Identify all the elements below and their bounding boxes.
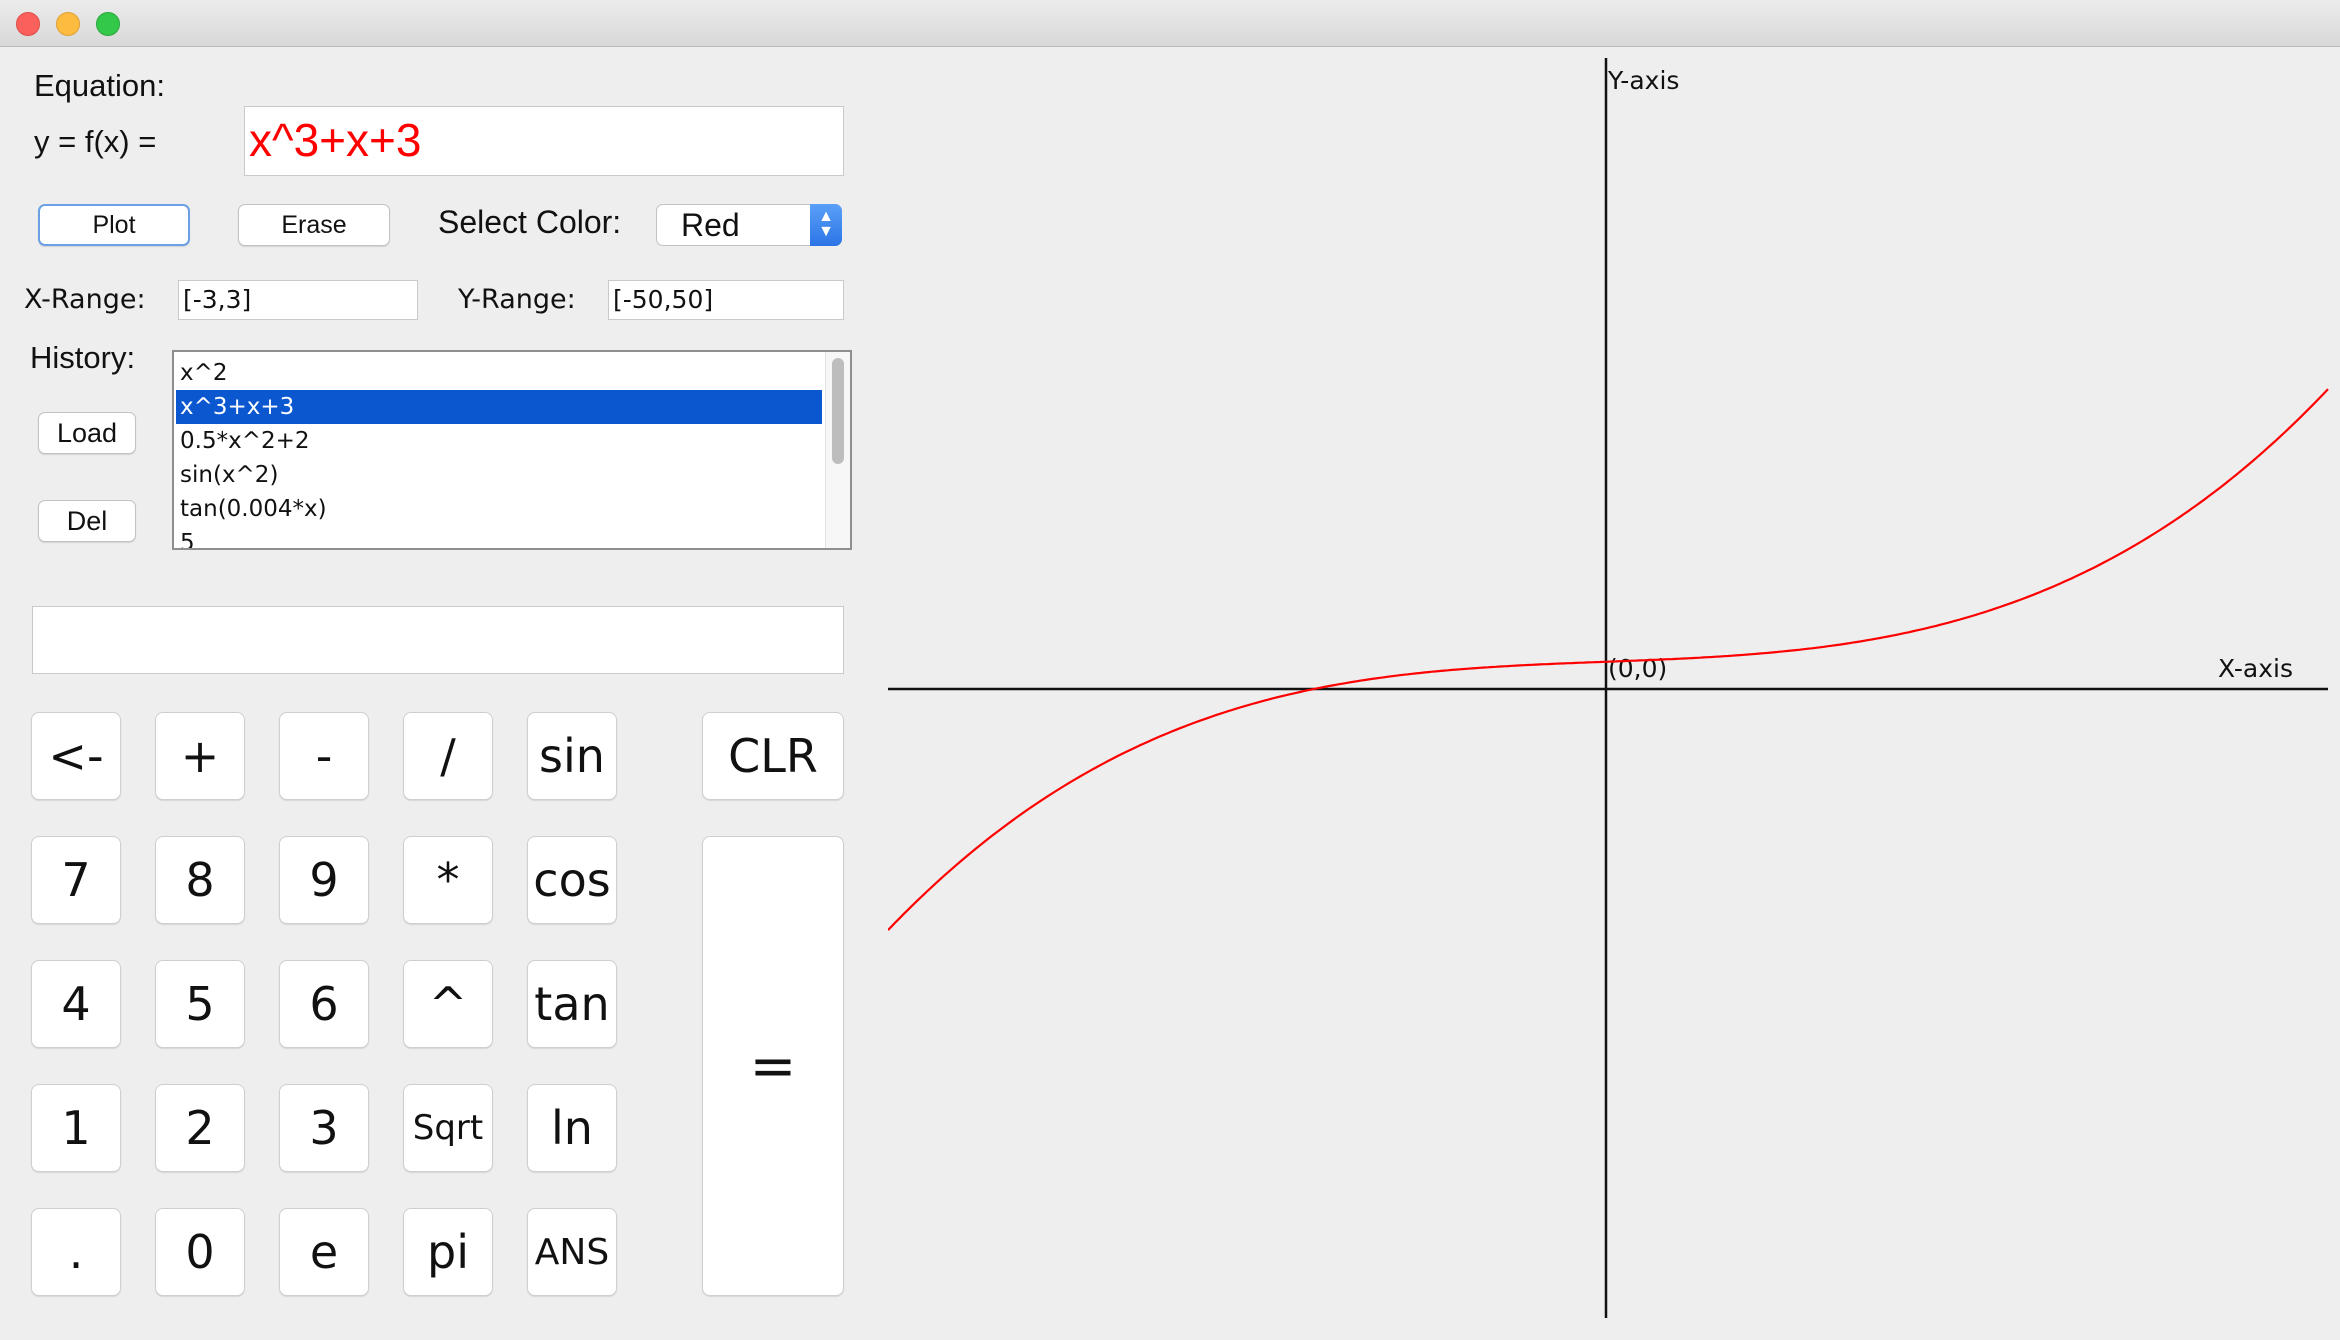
history-item[interactable]: tan(0.004*x) — [176, 492, 822, 526]
multiply-key[interactable]: * — [403, 836, 493, 924]
decimal-point-key[interactable]: . — [31, 1208, 121, 1296]
title-bar — [0, 0, 2340, 47]
clear-key[interactable]: CLR — [702, 712, 844, 800]
tan-key[interactable]: tan — [527, 960, 617, 1048]
backspace-key[interactable]: <- — [31, 712, 121, 800]
digit-1-key[interactable]: 1 — [31, 1084, 121, 1172]
minus-key[interactable]: - — [279, 712, 369, 800]
digit-6-key[interactable]: 6 — [279, 960, 369, 1048]
select-color-label: Select Color: — [438, 204, 622, 240]
maximize-window-button[interactable] — [96, 12, 120, 36]
history-label: History: — [30, 340, 136, 375]
history-scrollbar[interactable] — [825, 352, 850, 548]
ln-key[interactable]: ln — [527, 1084, 617, 1172]
digit-5-key[interactable]: 5 — [155, 960, 245, 1048]
digit-9-key[interactable]: 9 — [279, 836, 369, 924]
scrollbar-thumb[interactable] — [832, 358, 844, 464]
history-item[interactable]: x^2 — [176, 356, 822, 390]
digit-0-key[interactable]: 0 — [155, 1208, 245, 1296]
load-button[interactable]: Load — [38, 412, 136, 454]
e-constant-key[interactable]: e — [279, 1208, 369, 1296]
close-window-button[interactable] — [16, 12, 40, 36]
power-key[interactable]: ^ — [403, 960, 493, 1048]
y-range-label: Y-Range: — [458, 284, 576, 315]
sin-key[interactable]: sin — [527, 712, 617, 800]
y-axis-label: Y-axis — [1607, 66, 1679, 95]
history-list[interactable]: x^2 x^3+x+3 0.5*x^2+2 sin(x^2) tan(0.004… — [172, 350, 852, 550]
equation-input[interactable]: x^3+x+3 — [244, 106, 844, 176]
calculator-display[interactable] — [32, 606, 844, 674]
equals-key[interactable]: = — [702, 836, 844, 1296]
history-item[interactable]: sin(x^2) — [176, 458, 822, 492]
color-select-value: Red — [681, 207, 740, 243]
x-axis-label: X-axis — [2218, 654, 2293, 683]
digit-4-key[interactable]: 4 — [31, 960, 121, 1048]
history-item[interactable]: 5 — [176, 526, 822, 548]
chevron-updown-icon: ▲ ▼ — [810, 204, 842, 246]
y-range-input[interactable]: [-50,50] — [608, 280, 844, 320]
origin-label: (0,0) — [1608, 654, 1667, 683]
digit-7-key[interactable]: 7 — [31, 836, 121, 924]
history-item[interactable]: 0.5*x^2+2 — [176, 424, 822, 458]
divide-key[interactable]: / — [403, 712, 493, 800]
app-window: Equation: y = f(x) = x^3+x+3 Plot Erase … — [0, 0, 2340, 1340]
digit-3-key[interactable]: 3 — [279, 1084, 369, 1172]
digit-2-key[interactable]: 2 — [155, 1084, 245, 1172]
sqrt-key[interactable]: Sqrt — [403, 1084, 493, 1172]
erase-button[interactable]: Erase — [238, 204, 390, 246]
equation-label: Equation: — [34, 68, 165, 103]
delete-button[interactable]: Del — [38, 500, 136, 542]
plot-button[interactable]: Plot — [38, 204, 190, 246]
answer-key[interactable]: ANS — [527, 1208, 617, 1296]
cos-key[interactable]: cos — [527, 836, 617, 924]
history-item-selected[interactable]: x^3+x+3 — [176, 390, 822, 424]
x-range-label: X-Range: — [24, 284, 146, 315]
plus-key[interactable]: + — [155, 712, 245, 800]
color-select[interactable]: Red ▲ ▼ — [656, 204, 842, 246]
digit-8-key[interactable]: 8 — [155, 836, 245, 924]
graph-canvas[interactable]: Y-axis X-axis (0,0) — [888, 48, 2338, 1338]
pi-key[interactable]: pi — [403, 1208, 493, 1296]
function-prefix-label: y = f(x) = — [34, 124, 157, 159]
x-range-input[interactable]: [-3,3] — [178, 280, 418, 320]
minimize-window-button[interactable] — [56, 12, 80, 36]
